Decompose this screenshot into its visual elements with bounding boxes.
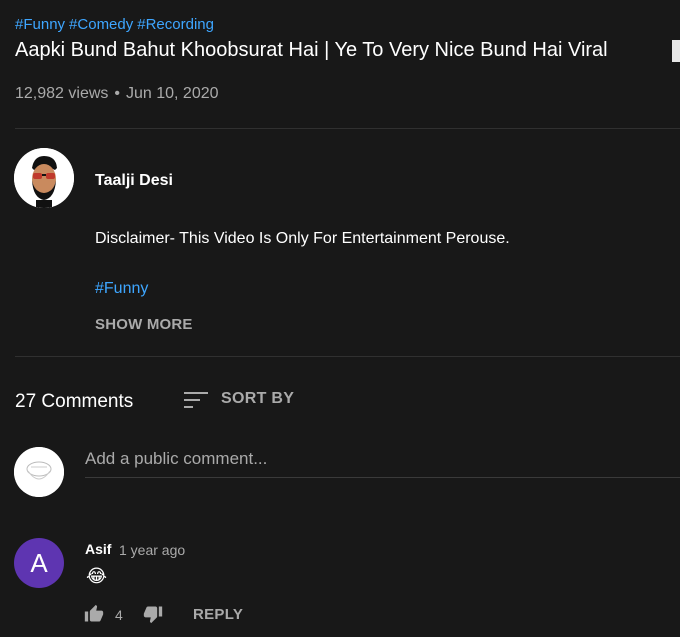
show-more-button[interactable]: SHOW MORE: [95, 316, 193, 333]
description-hashtag[interactable]: #Funny: [95, 280, 148, 298]
user-avatar: [14, 447, 64, 497]
like-count: 4: [115, 607, 123, 623]
hashtag-link[interactable]: #Funny: [15, 16, 65, 33]
thumbs-up-icon[interactable]: [84, 604, 104, 624]
video-meta: 12,982 views • Jun 10, 2020: [15, 85, 219, 103]
thumbs-down-icon[interactable]: [143, 604, 163, 624]
comments-count: 27 Comments: [15, 391, 134, 412]
sketch-avatar-icon: [14, 447, 64, 497]
video-title: Aapki Bund Bahut Khoobsurat Hai | Ye To …: [15, 39, 608, 61]
video-hashtags: #Funny #Comedy #Recording: [15, 16, 218, 33]
comment-input[interactable]: Add a public comment...: [85, 449, 680, 478]
channel-avatar[interactable]: [14, 148, 74, 208]
cartoon-man-sunglasses-avatar-icon: [14, 148, 74, 208]
sort-icon[interactable]: [184, 390, 208, 410]
hashtag-link[interactable]: #Recording: [137, 16, 214, 33]
meta-separator: •: [114, 85, 120, 102]
sort-by-button[interactable]: SORT BY: [221, 390, 294, 408]
title-overflow-edge: [672, 40, 680, 62]
comment-author-avatar[interactable]: A: [14, 538, 64, 588]
comment-text: 😂: [86, 566, 108, 586]
comment-author[interactable]: Asif: [85, 541, 111, 557]
reply-button[interactable]: REPLY: [193, 606, 243, 623]
hashtag-link[interactable]: #Comedy: [69, 16, 133, 33]
divider: [15, 128, 680, 129]
comment-time[interactable]: 1 year ago: [119, 542, 185, 558]
view-count: 12,982 views: [15, 85, 109, 102]
description-text: Disclaimer- This Video Is Only For Enter…: [95, 230, 510, 247]
upload-date: Jun 10, 2020: [126, 85, 219, 102]
channel-name[interactable]: Taalji Desi: [95, 172, 173, 190]
divider: [15, 356, 680, 357]
